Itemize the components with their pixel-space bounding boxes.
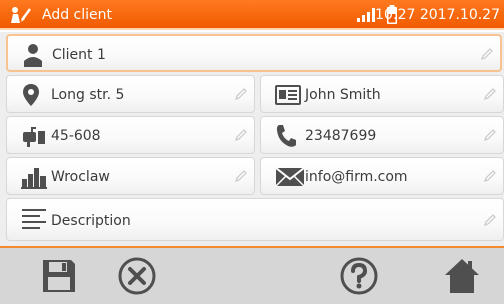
client-form: Client 1 Long str. 5 John Smith 45-608 2… [0, 32, 504, 246]
home-icon[interactable] [440, 254, 484, 298]
phone-icon [276, 125, 296, 147]
text-lines-icon [22, 209, 46, 229]
email-field[interactable]: info@firm.com [260, 157, 504, 195]
edit-pencil-icon [235, 88, 247, 100]
phone-field[interactable]: 23487699 [260, 116, 504, 154]
id-card-icon [275, 85, 301, 105]
edit-pencil-icon [235, 170, 247, 182]
edit-pencil-icon [484, 214, 496, 226]
screen-title: Add client [42, 7, 113, 23]
save-icon[interactable] [37, 254, 81, 298]
postcode-value: 45-608 [51, 128, 101, 144]
postcode-field[interactable]: 45-608 [6, 116, 255, 154]
cancel-icon[interactable] [115, 254, 159, 298]
edit-pencil-icon [235, 129, 247, 141]
description-field[interactable]: Description [6, 198, 504, 241]
mailbox-icon [23, 127, 45, 147]
edit-pencil-icon [484, 170, 496, 182]
location-pin-icon [23, 84, 39, 106]
city-value: Wroclaw [51, 169, 110, 185]
email-value: info@firm.com [305, 169, 408, 185]
edit-pencil-icon [481, 48, 493, 60]
contact-person-value: John Smith [305, 87, 381, 103]
edit-pencil-icon [484, 88, 496, 100]
edit-pencil-icon [484, 129, 496, 141]
status-bar: Add client 10:27 2017.10.27 [0, 0, 504, 30]
street-field[interactable]: Long str. 5 [6, 75, 255, 113]
street-value: Long str. 5 [51, 87, 125, 103]
person-icon [24, 44, 42, 67]
phone-value: 23487699 [305, 128, 377, 144]
bottom-toolbar [0, 246, 504, 304]
signal-icon [357, 8, 375, 22]
envelope-icon [275, 167, 305, 187]
clock: 10:27 2017.10.27 [375, 7, 500, 23]
city-icon [21, 168, 47, 189]
app-logo-icon [11, 7, 32, 23]
client-name-field[interactable]: Client 1 [6, 34, 502, 72]
client-name-value: Client 1 [52, 47, 106, 63]
description-value: Description [51, 213, 131, 229]
help-icon[interactable] [337, 254, 381, 298]
contact-person-field[interactable]: John Smith [260, 75, 504, 113]
city-field[interactable]: Wroclaw [6, 157, 255, 195]
